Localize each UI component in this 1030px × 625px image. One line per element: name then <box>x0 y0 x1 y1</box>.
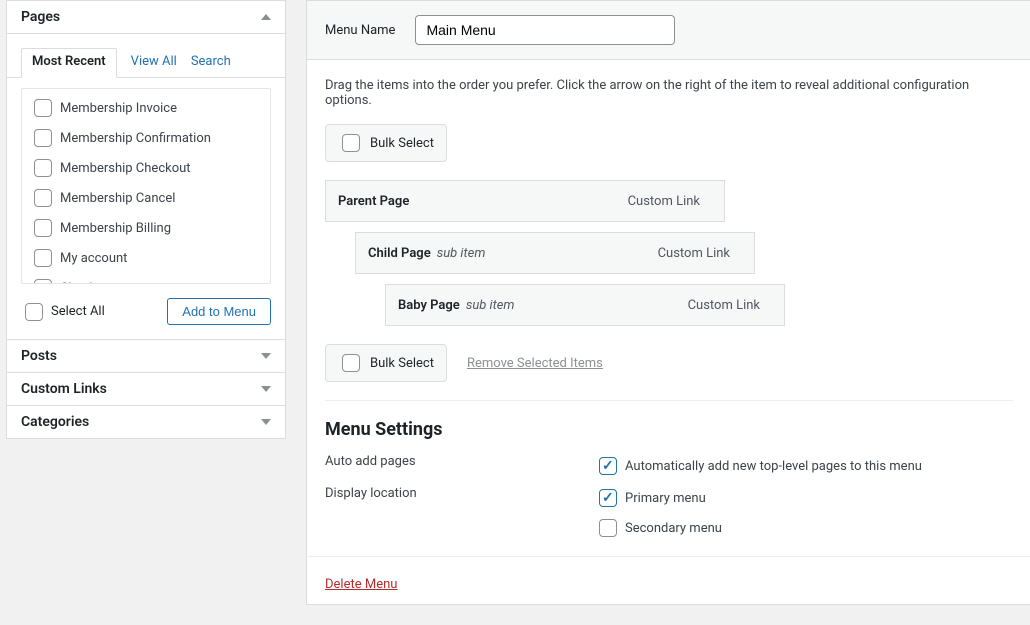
list-item: Membership Invoice <box>30 93 260 123</box>
display-location-label: Display location <box>325 486 595 501</box>
select-all-label: Select All <box>51 304 105 319</box>
auto-add-checkbox[interactable] <box>599 457 617 475</box>
panel-posts-header[interactable]: Posts <box>7 340 285 372</box>
menu-editor: Menu Name Drag the items into the order … <box>306 0 1030 605</box>
menu-name-input[interactable] <box>415 15 675 45</box>
auto-add-option-label: Automatically add new top-level pages to… <box>625 459 922 474</box>
menu-item-title: Parent Page <box>338 194 409 209</box>
panel-custom-links-header[interactable]: Custom Links <box>7 373 285 405</box>
panel-pages-title: Pages <box>21 9 60 25</box>
panel-pages-header[interactable]: Pages <box>7 1 285 33</box>
tab-view-all[interactable]: View All <box>131 48 177 77</box>
page-label: Membership Cancel <box>60 191 175 206</box>
page-label: Membership Checkout <box>60 161 191 176</box>
location-primary-label: Primary menu <box>625 491 706 506</box>
page-label: Membership Invoice <box>60 101 177 116</box>
page-label: Checkout <box>60 281 115 285</box>
menu-name-label: Menu Name <box>325 23 395 38</box>
bulk-select-label: Bulk Select <box>370 136 434 151</box>
page-checkbox[interactable] <box>34 159 52 177</box>
panel-categories-header[interactable]: Categories <box>7 406 285 438</box>
pages-tabs: Most Recent View All Search <box>7 48 285 78</box>
delete-menu-link[interactable]: Delete Menu <box>325 577 397 592</box>
list-item: Checkout <box>30 273 260 284</box>
bulk-select-checkbox[interactable] <box>342 354 360 372</box>
add-items-sidebar: Pages Most Recent View All Search Member… <box>6 0 286 605</box>
panel-posts-title: Posts <box>21 348 57 364</box>
list-item: Membership Cancel <box>30 183 260 213</box>
add-to-menu-button[interactable]: Add to Menu <box>167 298 271 325</box>
page-label: Membership Confirmation <box>60 131 211 146</box>
panel-custom-links: Custom Links <box>6 373 286 406</box>
location-secondary[interactable]: Secondary menu <box>595 516 722 540</box>
menu-item-type: Custom Link <box>628 194 700 209</box>
tab-search[interactable]: Search <box>191 48 231 77</box>
expand-icon <box>261 386 271 392</box>
tab-most-recent[interactable]: Most Recent <box>21 48 117 78</box>
menu-structure: Parent Page Custom Link Child Page sub i… <box>325 180 1013 326</box>
bulk-select-checkbox[interactable] <box>342 134 360 152</box>
menu-item-type: Custom Link <box>658 246 730 261</box>
menu-item-title: Baby Page <box>398 298 460 313</box>
page-checkbox[interactable] <box>34 279 52 284</box>
expand-icon <box>261 419 271 425</box>
auto-add-option[interactable]: Automatically add new top-level pages to… <box>595 454 922 478</box>
pages-list[interactable]: Membership Invoice Membership Confirmati… <box>21 88 271 284</box>
page-checkbox[interactable] <box>34 219 52 237</box>
page-checkbox[interactable] <box>34 99 52 117</box>
page-checkbox[interactable] <box>34 249 52 267</box>
menu-item-parent[interactable]: Parent Page Custom Link <box>325 180 725 222</box>
page-checkbox[interactable] <box>34 189 52 207</box>
select-all[interactable]: Select All <box>21 300 105 324</box>
list-item: Membership Confirmation <box>30 123 260 153</box>
list-item: My account <box>30 243 260 273</box>
menu-item-title: Child Page <box>368 246 431 261</box>
panel-pages: Pages Most Recent View All Search Member… <box>6 0 286 340</box>
menu-settings: Menu Settings Auto add pages Automatical… <box>325 419 1013 540</box>
page-checkbox[interactable] <box>34 129 52 147</box>
collapse-icon <box>261 14 271 20</box>
menu-hint: Drag the items into the order you prefer… <box>325 78 1013 108</box>
menu-item-sub: sub item <box>466 298 515 313</box>
panel-custom-links-title: Custom Links <box>21 381 107 397</box>
menu-name-row: Menu Name <box>307 1 1030 60</box>
auto-add-label: Auto add pages <box>325 454 595 469</box>
location-secondary-checkbox[interactable] <box>599 519 617 537</box>
bulk-select-bottom[interactable]: Bulk Select <box>325 344 447 382</box>
remove-selected-link[interactable]: Remove Selected Items <box>467 356 603 371</box>
bulk-select-top[interactable]: Bulk Select <box>325 124 447 162</box>
menu-item-child[interactable]: Child Page sub item Custom Link <box>355 232 755 274</box>
page-label: Membership Billing <box>60 221 171 236</box>
menu-settings-heading: Menu Settings <box>325 419 1013 440</box>
menu-item-baby[interactable]: Baby Page sub item Custom Link <box>385 284 785 326</box>
menu-item-sub: sub item <box>437 246 486 261</box>
select-all-checkbox[interactable] <box>25 303 43 321</box>
list-item: Membership Checkout <box>30 153 260 183</box>
bulk-select-label: Bulk Select <box>370 356 434 371</box>
expand-icon <box>261 353 271 359</box>
menu-item-type: Custom Link <box>688 298 760 313</box>
location-primary-checkbox[interactable] <box>599 489 617 507</box>
location-secondary-label: Secondary menu <box>625 521 722 536</box>
panel-categories: Categories <box>6 406 286 439</box>
panel-posts: Posts <box>6 340 286 373</box>
list-item: Membership Billing <box>30 213 260 243</box>
panel-pages-body: Most Recent View All Search Membership I… <box>7 33 285 339</box>
location-primary[interactable]: Primary menu <box>595 486 722 510</box>
panel-categories-title: Categories <box>21 414 89 430</box>
page-label: My account <box>60 251 127 266</box>
